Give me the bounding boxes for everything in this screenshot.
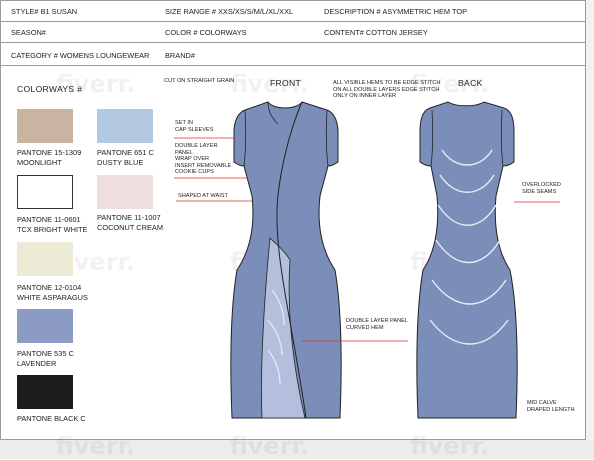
annotation-line: ON ALL DOUBLE LAYERS EDGE STITCH [333, 86, 440, 93]
hems-annotation: ALL VISIBLE HEMS TO BE EDGE STITCH ON AL… [333, 80, 440, 100]
annotation-line: SIDE SEAMS [522, 188, 557, 195]
annotation-line: ONLY ON INNER LAYER [333, 93, 397, 100]
annotation-line: DRAPED LENGTH [527, 406, 575, 413]
back-dress-sketch [416, 101, 518, 419]
annotation-line: DOUBLE LAYER PANEL [346, 318, 408, 324]
back-dress-body [416, 101, 518, 419]
front-dress-sketch [230, 101, 342, 419]
annotation-line: ALL VISIBLE HEMS TO BE EDGE STITCH [333, 80, 441, 86]
front-view-label: FRONT [270, 78, 302, 88]
annotation-line: DOUBLE LAYER [175, 143, 218, 149]
annotation-line: MID CALVE [527, 400, 557, 406]
annotation-line: OVERLOCKED [522, 182, 561, 188]
length-annotation: MID CALVE DRAPED LENGTH [527, 400, 575, 413]
waist-annotation: SHAPED AT WAIST [178, 193, 228, 199]
garment-sketches [174, 101, 560, 419]
annotation-line: SET IN [175, 120, 193, 126]
sleeve-annotation: SET IN CAP SLEEVES [175, 120, 213, 133]
annotation-line: PANEL [175, 149, 193, 156]
annotation-line: WRAP OVER [175, 156, 210, 163]
annotation-line: CURVED HEM [346, 324, 384, 331]
back-view-label: BACK [458, 78, 483, 88]
annotation-line: CAP SLEEVES [175, 126, 214, 133]
annotation-line: COOKIE CUPS [175, 169, 214, 176]
hem-panel-annotation: DOUBLE LAYER PANEL CURVED HEM [346, 318, 408, 331]
overlock-annotation: OVERLOCKED SIDE SEAMS [522, 182, 561, 195]
annotation-line: INSERT REMOVABLE [175, 162, 232, 169]
panel-annotation: DOUBLE LAYER PANEL WRAP OVER INSERT REMO… [175, 143, 231, 176]
cut-annotation: CUT ON STRAIGHT GRAIN [164, 78, 235, 84]
